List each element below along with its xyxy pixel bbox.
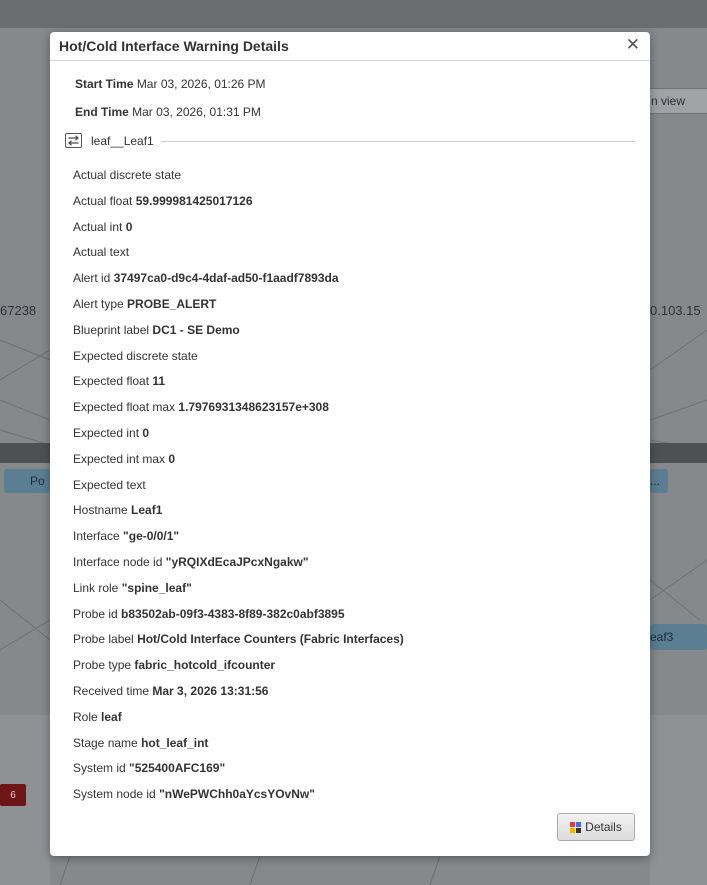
property-key: Actual float <box>73 193 133 208</box>
property-key: Expected discrete state <box>73 348 198 363</box>
modal-title: Hot/Cold Interface Warning Details <box>59 38 289 54</box>
property-key: Alert type <box>73 296 124 311</box>
property-key: Expected float <box>73 374 150 389</box>
background-leaf3-node: eaf3 <box>650 624 707 650</box>
property-row: Expected int max 0 <box>73 452 404 478</box>
property-value: "nWePWChh0aYcsYOvNw" <box>159 787 315 802</box>
property-value: Leaf1 <box>131 503 163 518</box>
property-row: Expected int 0 <box>73 426 404 452</box>
background-node-number-left: 67238 <box>0 303 37 318</box>
background-pod-node: Po <box>4 469 50 493</box>
modal-header: Hot/Cold Interface Warning Details ✕ <box>50 32 650 61</box>
property-row: Expected text <box>73 478 404 504</box>
property-key: System node id <box>73 787 156 802</box>
property-key: Interface node id <box>73 554 163 569</box>
property-row: Expected discrete state <box>73 349 404 375</box>
property-key: Expected text <box>73 477 146 492</box>
property-row: Probe type fabric_hotcold_ifcounter <box>73 658 404 684</box>
property-value: 59.999981425017126 <box>135 193 253 208</box>
background-node-number-right: 0.103.15 <box>650 303 701 318</box>
property-key: Hostname <box>73 503 128 518</box>
property-value: "525400AFC169" <box>129 761 226 776</box>
end-time-label: End Time <box>75 105 129 119</box>
background-alarm-badge: 6 <box>0 784 26 806</box>
property-key: Expected int <box>73 425 140 440</box>
property-row: System id "525400AFC169" <box>73 761 404 787</box>
property-row: Actual float 59.999981425017126 <box>73 194 404 220</box>
property-row: Actual text <box>73 245 404 271</box>
property-row: Stage name hot_leaf_int <box>73 736 404 762</box>
property-row: Received time Mar 3, 2026 13:31:56 <box>73 684 404 710</box>
property-value: Hot/Cold Interface Counters (Fabric Inte… <box>137 632 404 647</box>
property-key: Received time <box>73 683 150 698</box>
property-value: 0 <box>142 425 150 440</box>
property-value: hot_leaf_int <box>141 735 209 750</box>
property-value: "spine_leaf" <box>121 580 192 595</box>
section-label: leaf__Leaf1 <box>91 134 154 148</box>
close-icon[interactable]: ✕ <box>626 36 640 54</box>
property-value: 0 <box>125 219 133 234</box>
section-header: leaf__Leaf1 <box>65 133 635 151</box>
property-value: 0 <box>168 451 176 466</box>
property-row: Interface "ge-0/0/1" <box>73 529 404 555</box>
details-button[interactable]: Details <box>557 813 635 841</box>
property-key: Stage name <box>73 735 138 750</box>
property-key: System id <box>73 761 126 776</box>
start-time-row: Start Time Mar 03, 2026, 01:26 PM <box>75 77 266 91</box>
property-value: DC1 - SE Demo <box>152 322 240 337</box>
details-icon <box>570 821 582 833</box>
property-key: Role <box>73 709 98 724</box>
property-key: Probe label <box>73 632 134 647</box>
property-key: Actual discrete state <box>73 168 182 182</box>
property-key: Interface <box>73 529 120 544</box>
property-key: Probe id <box>73 606 118 621</box>
end-time-value: Mar 03, 2026, 01:31 PM <box>132 105 261 119</box>
background-ellipsis-node: ... <box>650 469 668 493</box>
property-key: Actual text <box>73 245 130 260</box>
property-key: Expected int max <box>73 451 166 466</box>
property-value: "yRQIXdEcaJPcxNgakw" <box>165 554 309 569</box>
property-value: 37497ca0-d9c4-4daf-ad50-f1aadf7893da <box>113 271 339 286</box>
property-row: Probe label Hot/Cold Interface Counters … <box>73 632 404 658</box>
end-time-row: End Time Mar 03, 2026, 01:31 PM <box>75 105 261 119</box>
property-value: "ge-0/0/1" <box>123 529 180 544</box>
property-row: Hostname Leaf1 <box>73 503 404 529</box>
property-row: Probe id b83502ab-09f3-4383-8f89-382c0ab… <box>73 607 404 633</box>
property-row: Blueprint label DC1 - SE Demo <box>73 323 404 349</box>
property-row: Alert type PROBE_ALERT <box>73 297 404 323</box>
start-time-value: Mar 03, 2026, 01:26 PM <box>136 77 266 91</box>
property-value: 1.7976931348623157e+308 <box>178 400 329 415</box>
property-key: Probe type <box>73 658 132 673</box>
property-key: Link role <box>73 580 119 595</box>
property-key: Actual int <box>73 219 123 234</box>
section-divider <box>161 141 635 142</box>
property-key: Blueprint label <box>73 322 150 337</box>
warning-details-modal: Hot/Cold Interface Warning Details ✕ Sta… <box>50 32 650 856</box>
property-row: Role leaf <box>73 710 404 736</box>
property-key: Expected float max <box>73 400 176 415</box>
start-time-label: Start Time <box>75 77 134 91</box>
property-key: Alert id <box>73 271 111 286</box>
property-row: Actual discrete state <box>73 168 404 194</box>
property-row: Alert id 37497ca0-d9c4-4daf-ad50-f1aadf7… <box>73 271 404 297</box>
property-row: System node id "nWePWChh0aYcsYOvNw" <box>73 787 404 813</box>
property-row: Actual int 0 <box>73 220 404 246</box>
property-value: fabric_hotcold_ifcounter <box>134 658 276 673</box>
property-value: Mar 3, 2026 13:31:56 <box>152 683 269 698</box>
property-value: 11 <box>152 374 166 389</box>
property-row: Expected float 11 <box>73 374 404 400</box>
property-value: PROBE_ALERT <box>127 296 217 311</box>
background-view-button: n view <box>648 88 707 114</box>
property-value: b83502ab-09f3-4383-8f89-382c0abf3895 <box>121 606 345 621</box>
property-row: Link role "spine_leaf" <box>73 581 404 607</box>
property-value: leaf <box>101 709 122 724</box>
swap-arrows-icon <box>65 133 82 148</box>
property-row: Interface node id "yRQIXdEcaJPcxNgakw" <box>73 555 404 581</box>
property-row: Expected float max 1.7976931348623157e+3… <box>73 400 404 426</box>
details-button-label: Details <box>585 820 622 834</box>
properties-list: Actual discrete state Actual float 59.99… <box>73 168 404 813</box>
